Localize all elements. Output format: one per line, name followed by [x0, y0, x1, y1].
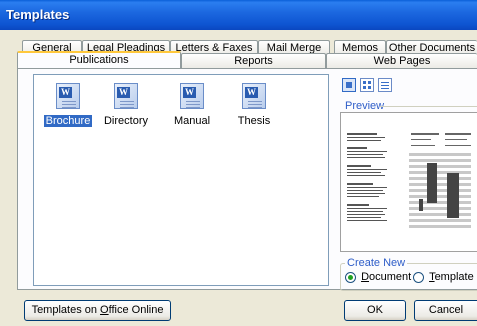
list-view-icon — [363, 81, 371, 89]
word-document-icon: W — [177, 81, 207, 111]
template-label: Manual — [173, 115, 211, 127]
tab-publications[interactable]: Publications — [17, 51, 181, 68]
template-label: Brochure — [43, 115, 93, 127]
document-radio-label: Document — [361, 271, 412, 284]
template-radio[interactable]: Template — [413, 271, 474, 283]
tab-web-pages[interactable]: Web Pages — [326, 53, 477, 68]
word-document-icon: W — [53, 81, 83, 111]
list-view-button[interactable] — [360, 78, 374, 92]
radio-indicator — [413, 271, 424, 283]
word-document-icon: W — [239, 81, 269, 111]
preview-label: Preview — [345, 100, 385, 112]
details-view-icon — [381, 82, 389, 89]
template-radio-label: Template — [429, 271, 474, 284]
template-list[interactable]: W Brochure W Directory W Manual W Thesis — [33, 74, 329, 286]
tab-reports[interactable]: Reports — [181, 53, 326, 68]
large-icons-view-button[interactable] — [342, 78, 356, 92]
preview-pane — [340, 112, 477, 252]
word-document-icon: W — [111, 81, 141, 111]
template-item-brochure[interactable]: W Brochure — [38, 81, 98, 127]
template-item-thesis[interactable]: W Thesis — [224, 81, 284, 127]
ok-button[interactable]: OK — [344, 300, 406, 321]
details-view-button[interactable] — [378, 78, 392, 92]
template-item-directory[interactable]: W Directory — [96, 81, 156, 127]
template-label: Directory — [103, 115, 148, 127]
preview-divider — [380, 106, 477, 107]
template-item-manual[interactable]: W Manual — [162, 81, 222, 127]
window-title: Templates — [6, 7, 70, 22]
document-radio[interactable]: Document — [345, 271, 411, 283]
large-icons-icon — [346, 82, 352, 88]
create-new-label: Create New — [345, 257, 408, 269]
brochure-preview-thumbnail — [345, 131, 471, 235]
templates-on-office-online-button[interactable]: Templates on Office Online — [24, 300, 171, 321]
radio-indicator — [345, 271, 356, 283]
title-bar[interactable]: Templates — [0, 0, 477, 30]
cancel-button[interactable]: Cancel — [414, 300, 477, 321]
template-label: Thesis — [237, 115, 271, 127]
